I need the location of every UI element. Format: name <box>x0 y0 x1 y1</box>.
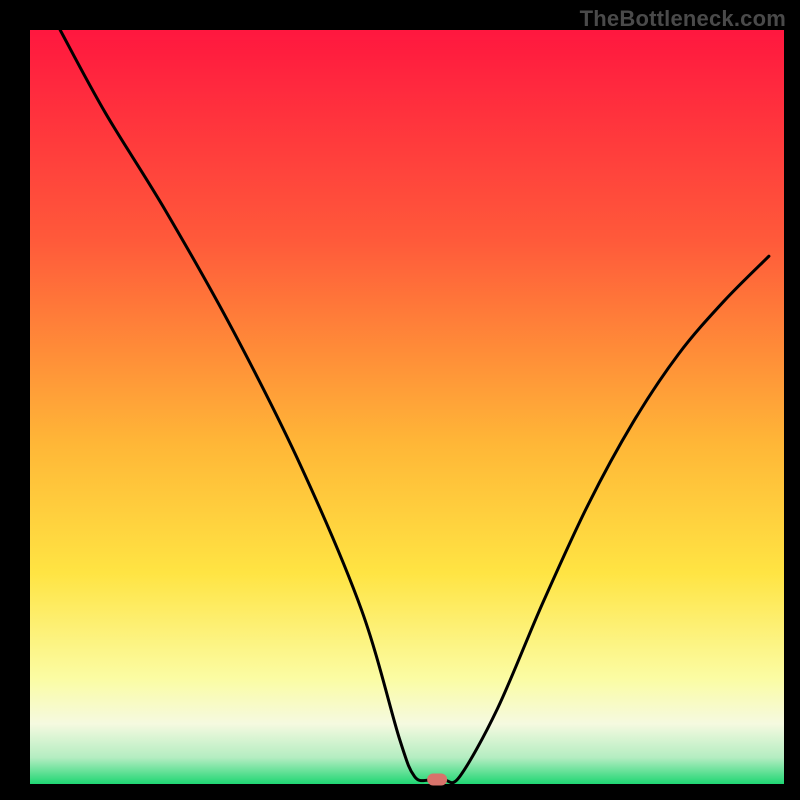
chart-root: TheBottleneck.com <box>0 0 800 800</box>
bottleneck-chart <box>0 0 800 800</box>
optimal-marker <box>427 773 447 785</box>
plot-background <box>30 30 784 784</box>
watermark-text: TheBottleneck.com <box>580 6 786 32</box>
